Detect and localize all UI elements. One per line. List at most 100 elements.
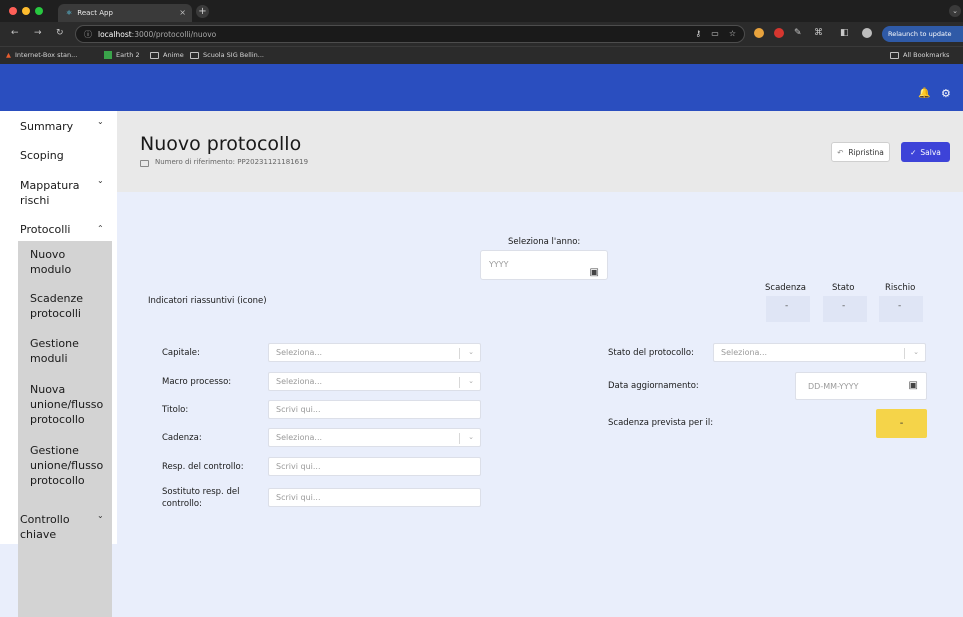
folder-icon — [890, 51, 899, 59]
cast-icon[interactable]: ▭ — [711, 29, 719, 38]
browser-tab-bar: ⚛ React App × + ⌄ — [0, 0, 963, 22]
indicator-value-scadenza: - — [785, 301, 789, 311]
calendar-icon[interactable]: ▣ — [590, 259, 599, 287]
sidebar-item-nuova-unione-flusso[interactable]: Nuova unione/flusso protocollo — [30, 382, 112, 427]
stato-protocollo-select[interactable]: Seleziona... ⌄ — [713, 343, 926, 362]
chevron-down-icon[interactable]: ⌄ — [468, 348, 474, 356]
adblock-extension-icon[interactable] — [774, 28, 784, 38]
capitale-select[interactable]: Seleziona... ⌄ — [268, 343, 481, 362]
reload-button[interactable]: ↻ — [56, 28, 64, 38]
close-window-button[interactable] — [9, 7, 17, 15]
sidebar-item-protocolli[interactable]: Protocolli — [20, 222, 70, 237]
react-icon: ⚛ — [66, 9, 73, 17]
chevron-down-icon[interactable]: ⌄ — [913, 348, 919, 356]
cadenza-select[interactable]: Seleziona... ⌄ — [268, 428, 481, 447]
indicator-header-rischio: Rischio — [885, 283, 916, 293]
earth-favicon-icon — [104, 51, 112, 59]
year-input[interactable]: YYYY ▣ — [480, 250, 608, 280]
tab-search-button[interactable]: ⌄ — [949, 5, 961, 17]
sidebar-item-mappatura-rischi[interactable]: Mappatura rischi — [20, 178, 95, 208]
sidebar-item-scoping[interactable]: Scoping — [20, 148, 64, 163]
bookmark-scuola-sig[interactable]: Scuola SIG Bellin... — [190, 51, 264, 59]
reference-number-icon — [140, 160, 149, 167]
folder-icon — [190, 51, 199, 59]
reset-button[interactable]: ↶ Ripristina — [831, 142, 890, 162]
extensions-puzzle-icon[interactable]: ⌘ — [814, 28, 823, 38]
protocolli-submenu: Nuovo modulo Scadenze protocolli Gestion… — [18, 241, 112, 617]
chevron-down-icon[interactable]: ⌄ — [97, 117, 104, 126]
app-header: 🔔 ⚙ — [0, 64, 963, 111]
bookmark-internet-box[interactable]: ▲ Internet-Box stan... — [6, 51, 77, 59]
save-button[interactable]: ✓ Salva — [901, 142, 950, 162]
all-bookmarks[interactable]: All Bookmarks — [890, 51, 949, 59]
tab-react-app[interactable]: ⚛ React App × — [58, 4, 192, 22]
bookmark-anime[interactable]: Anime — [150, 51, 184, 59]
indicators-label: Indicatori riassuntivi (icone) — [148, 296, 267, 306]
select-separator — [459, 348, 460, 359]
tab-title: React App — [77, 9, 113, 17]
pen-extension-icon[interactable]: ✎ — [794, 28, 802, 38]
sidebar-item-gestione-moduli[interactable]: Gestione moduli — [30, 336, 100, 366]
sostituto-resp-input[interactable]: Scrivi qui... — [268, 488, 481, 507]
sostituto-resp-label: Sostituto resp. del controllo: — [162, 487, 240, 509]
data-aggiornamento-input[interactable]: DD-MM-YYYY ▣ — [795, 372, 927, 400]
settings-gear-icon[interactable]: ⚙ — [941, 88, 951, 100]
relaunch-to-update-button[interactable]: Relaunch to update — [882, 26, 963, 42]
chevron-down-icon[interactable]: ⌄ — [468, 433, 474, 441]
calendar-icon[interactable]: ▣ — [909, 380, 918, 391]
minimize-window-button[interactable] — [22, 7, 30, 15]
side-panel-icon[interactable]: ◧ — [840, 28, 849, 38]
indicator-value-rischio: - — [898, 301, 902, 311]
forward-button[interactable]: → — [34, 28, 42, 38]
chevron-up-icon[interactable]: ⌃ — [97, 224, 104, 233]
select-separator — [904, 348, 905, 359]
url-path: :3000/protocolli/nuovo — [131, 29, 217, 39]
maximize-window-button[interactable] — [35, 7, 43, 15]
select-separator — [459, 377, 460, 388]
browser-toolbar: ← → ↻ ⓘ localhost:3000/protocolli/nuovo … — [0, 22, 963, 46]
page-title: Nuovo protocollo — [140, 133, 302, 155]
capitale-label: Capitale: — [162, 348, 200, 358]
resp-controllo-input[interactable]: Scrivi qui... — [268, 457, 481, 476]
undo-icon: ↶ — [837, 147, 844, 157]
indicator-header-stato: Stato — [832, 283, 855, 293]
scadenza-prevista-badge: - — [876, 409, 927, 438]
address-bar[interactable]: ⓘ localhost:3000/protocolli/nuovo ⚷ ▭ ☆ — [75, 25, 745, 43]
macro-processo-select[interactable]: Seleziona... ⌄ — [268, 372, 481, 391]
indicator-header-scadenza: Scadenza — [765, 283, 806, 293]
cadenza-label: Cadenza: — [162, 433, 202, 443]
sidebar-item-controllo-chiave[interactable]: Controllo chiave — [20, 512, 90, 542]
bookmark-star-icon[interactable]: ☆ — [729, 29, 736, 38]
bookmarks-bar: ▲ Internet-Box stan... Earth 2 Anime Scu… — [0, 46, 963, 64]
new-tab-button[interactable]: + — [196, 5, 209, 18]
chevron-down-icon[interactable]: ⌄ — [97, 176, 104, 185]
notifications-bell-icon[interactable]: 🔔 — [918, 88, 930, 100]
bookmark-favicon-icon: ▲ — [6, 51, 11, 59]
page-header: Nuovo protocollo Numero di riferimento: … — [117, 111, 963, 192]
scadenza-prevista-label: Scadenza prevista per il: — [608, 418, 714, 428]
sidebar: Summary ⌄ Scoping Mappatura rischi ⌄ Pro… — [0, 111, 117, 617]
stato-protocollo-label: Stato del protocollo: — [608, 348, 694, 358]
sidebar-item-summary[interactable]: Summary — [20, 119, 73, 134]
back-button[interactable]: ← — [11, 28, 19, 38]
year-label: Seleziona l'anno: — [508, 237, 581, 247]
macro-processo-label: Macro processo: — [162, 377, 232, 387]
titolo-input[interactable]: Scrivi qui... — [268, 400, 481, 419]
resp-controllo-label: Resp. del controllo: — [162, 462, 244, 472]
sidebar-item-nuovo-modulo[interactable]: Nuovo modulo — [30, 247, 100, 277]
bookmark-earth-2[interactable]: Earth 2 — [104, 51, 140, 59]
chevron-down-icon[interactable]: ⌄ — [97, 511, 104, 520]
extension-icon[interactable] — [754, 28, 764, 38]
sidebar-item-gestione-unione-flusso[interactable]: Gestione unione/flusso protocollo — [30, 443, 112, 488]
indicator-value-stato: - — [842, 301, 846, 311]
chevron-down-icon[interactable]: ⌄ — [468, 377, 474, 385]
select-separator — [459, 433, 460, 444]
titolo-label: Titolo: — [162, 405, 189, 415]
folder-icon — [150, 51, 159, 59]
profile-avatar[interactable] — [862, 28, 872, 38]
site-info-icon[interactable]: ⓘ — [84, 29, 92, 40]
password-key-icon[interactable]: ⚷ — [695, 29, 701, 38]
sidebar-item-scadenze-protocolli[interactable]: Scadenze protocolli — [30, 291, 105, 321]
url-host: localhost — [98, 29, 132, 39]
close-tab-icon[interactable]: × — [179, 8, 186, 17]
